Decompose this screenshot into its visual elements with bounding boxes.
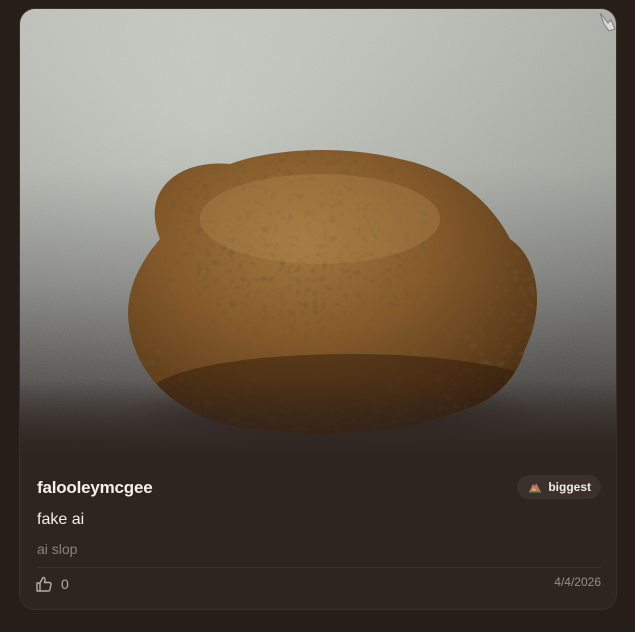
divider bbox=[37, 567, 601, 568]
post-title: fake ai bbox=[37, 511, 85, 528]
like-count: 0 bbox=[61, 576, 69, 592]
post-description: ai slop bbox=[37, 541, 78, 557]
post-card[interactable]: falooleymcgee biggest fake ai ai slop 0 … bbox=[19, 8, 617, 610]
thumbs-up-icon bbox=[36, 576, 52, 592]
status-badge: biggest bbox=[517, 475, 601, 499]
post-date: 4/4/2026 bbox=[554, 575, 601, 589]
post-meta: falooleymcgee biggest fake ai ai slop 0 … bbox=[20, 459, 616, 609]
like-button[interactable]: 0 bbox=[35, 572, 69, 596]
hand-pointer-icon[interactable] bbox=[596, 9, 616, 33]
badge-label: biggest bbox=[548, 480, 591, 494]
pile-icon bbox=[529, 483, 542, 493]
post-username[interactable]: falooleymcgee bbox=[37, 478, 153, 498]
cookie-photo bbox=[20, 9, 616, 459]
post-image[interactable] bbox=[20, 9, 616, 459]
